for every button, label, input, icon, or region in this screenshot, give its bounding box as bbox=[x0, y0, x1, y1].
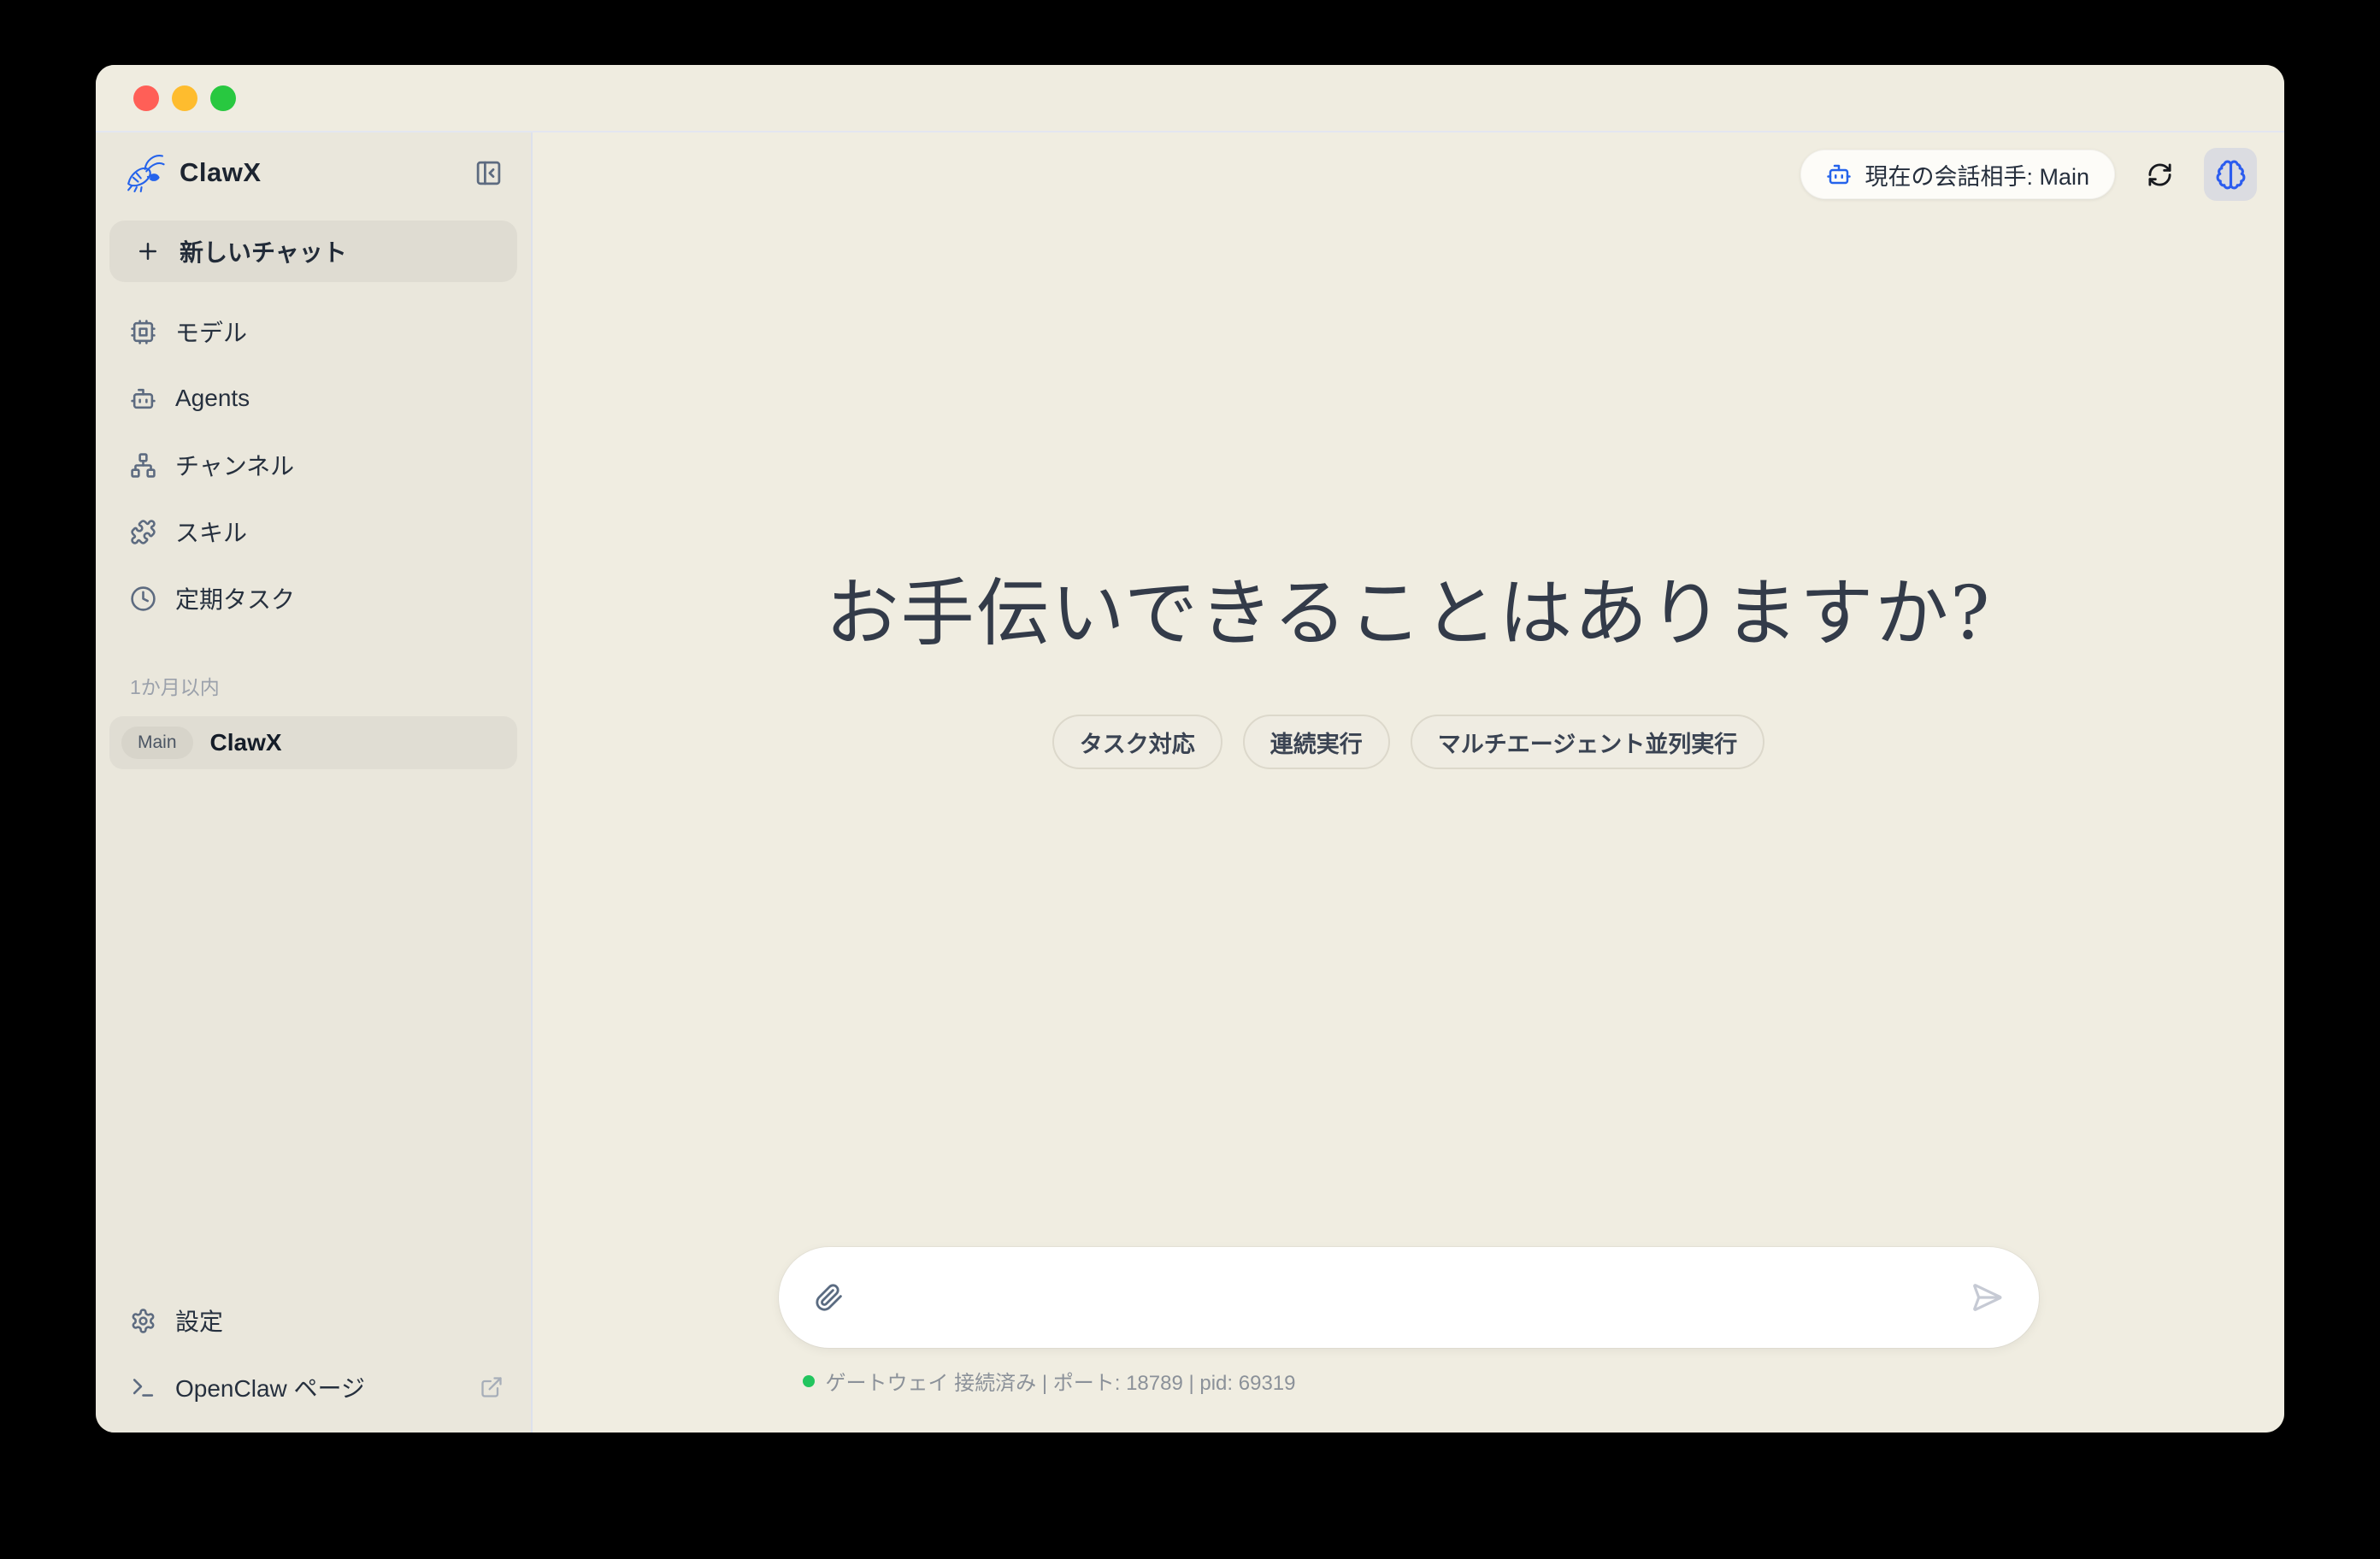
app-title: ClawX bbox=[180, 157, 262, 188]
puzzle-icon bbox=[130, 519, 156, 545]
greeting-heading: お手伝いできることはありますか? bbox=[826, 553, 1992, 660]
sidebar-item-scheduled-tasks[interactable]: 定期タスク bbox=[109, 565, 517, 632]
network-icon bbox=[130, 452, 156, 479]
sidebar-item-label: OpenClaw ページ bbox=[175, 1370, 365, 1404]
paperclip-icon[interactable] bbox=[815, 1283, 844, 1312]
connection-status-text: ゲートウェイ 接続済み | ポート: 18789 | pid: 69319 bbox=[826, 1366, 1296, 1396]
sidebar-item-label: モデル bbox=[175, 315, 247, 349]
refresh-icon bbox=[2147, 162, 2173, 188]
connection-status-dot bbox=[803, 1375, 815, 1387]
brain-icon bbox=[2215, 159, 2247, 191]
titlebar bbox=[96, 65, 2284, 132]
brand-row: ClawX bbox=[109, 132, 517, 213]
message-input[interactable] bbox=[864, 1246, 1950, 1349]
sidebar-item-agents[interactable]: Agents bbox=[109, 365, 517, 432]
lobster-logo-icon bbox=[121, 150, 166, 195]
new-chat-label: 新しいチャット bbox=[180, 234, 347, 268]
panel-collapse-icon[interactable] bbox=[473, 157, 504, 188]
main-area: 現在の会話相手: Main bbox=[533, 132, 2284, 1433]
suggestion-chips: タスク対応 連続実行 マルチエージェント並列実行 bbox=[1052, 715, 1764, 769]
sidebar-item-openclaw-page[interactable]: OpenClaw ページ bbox=[109, 1354, 517, 1421]
terminal-icon bbox=[130, 1374, 156, 1401]
current-partner-label: 現在の会話相手: Main bbox=[1865, 158, 2089, 191]
refresh-button[interactable] bbox=[2141, 156, 2178, 193]
sidebar-item-settings[interactable]: 設定 bbox=[109, 1287, 517, 1354]
clock-icon bbox=[130, 585, 156, 612]
chip-task-support[interactable]: タスク対応 bbox=[1052, 715, 1222, 769]
history-item-label: ClawX bbox=[210, 729, 282, 756]
gateway-statusbar: ゲートウェイ 接続済み | ポート: 18789 | pid: 69319 bbox=[779, 1366, 2039, 1396]
chip-multi-agent-parallel[interactable]: マルチエージェント並列実行 bbox=[1411, 715, 1764, 769]
message-composer bbox=[779, 1247, 2039, 1348]
close-button[interactable] bbox=[133, 85, 159, 111]
sidebar-item-label: 定期タスク bbox=[175, 581, 295, 615]
main-badge: Main bbox=[121, 727, 193, 759]
bot-icon bbox=[1826, 162, 1852, 187]
app-window: ClawX 新しいチャット bbox=[96, 65, 2284, 1433]
sidebar-item-skills[interactable]: スキル bbox=[109, 498, 517, 565]
send-icon[interactable] bbox=[1971, 1281, 2003, 1314]
plus-icon bbox=[135, 238, 161, 264]
chip-continuous-run[interactable]: 連続実行 bbox=[1243, 715, 1390, 769]
cpu-icon bbox=[130, 319, 156, 345]
welcome-section: お手伝いできることはありますか? タスク対応 連続実行 マルチエージェント並列実… bbox=[533, 553, 2284, 769]
current-partner-button[interactable]: 現在の会話相手: Main bbox=[1800, 150, 2115, 199]
traffic-lights bbox=[133, 85, 236, 111]
sidebar: ClawX 新しいチャット bbox=[96, 132, 533, 1433]
sidebar-item-models[interactable]: モデル bbox=[109, 298, 517, 365]
brain-button[interactable] bbox=[2204, 148, 2257, 201]
new-chat-button[interactable]: 新しいチャット bbox=[109, 221, 517, 282]
bot-icon bbox=[130, 385, 156, 412]
gear-icon bbox=[130, 1308, 156, 1334]
minimize-button[interactable] bbox=[172, 85, 197, 111]
zoom-button[interactable] bbox=[210, 85, 236, 111]
sidebar-nav: モデル Agents bbox=[109, 298, 517, 632]
sidebar-item-label: Agents bbox=[175, 385, 250, 412]
external-link-icon bbox=[480, 1375, 504, 1399]
history-item-clawx[interactable]: Main ClawX bbox=[109, 716, 517, 769]
header-controls: 現在の会話相手: Main bbox=[1800, 148, 2257, 201]
sidebar-item-label: 設定 bbox=[175, 1303, 223, 1338]
sidebar-item-label: チャンネル bbox=[175, 448, 294, 482]
history-section-label: 1か月以内 bbox=[130, 671, 517, 700]
sidebar-item-label: スキル bbox=[175, 515, 247, 549]
sidebar-item-channels[interactable]: チャンネル bbox=[109, 432, 517, 498]
